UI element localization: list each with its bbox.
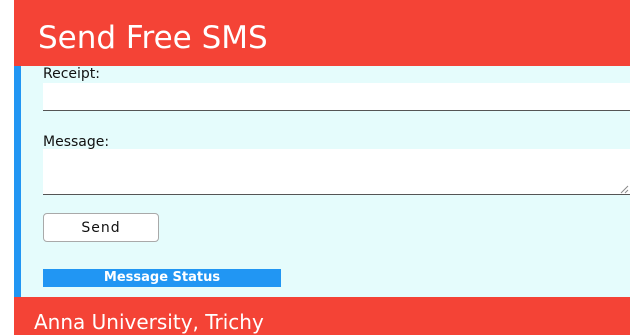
header-bar: Send Free SMS [14, 0, 630, 66]
message-label: Message: [43, 134, 110, 150]
message-status-badge: Message Status [43, 269, 281, 287]
sms-form: Receipt: Message: Send Message Status [14, 66, 630, 297]
message-textarea[interactable] [43, 149, 630, 195]
sms-page: Send Free SMS Receipt: Message: Send Mes… [0, 0, 630, 335]
page-title: Send Free SMS [38, 20, 268, 56]
recipient-label: Receipt: [43, 66, 101, 82]
send-button[interactable]: Send [43, 213, 159, 242]
footer-bar: Anna University, Trichy [14, 297, 630, 335]
recipient-input[interactable] [43, 83, 630, 111]
footer-text: Anna University, Trichy [34, 310, 264, 334]
